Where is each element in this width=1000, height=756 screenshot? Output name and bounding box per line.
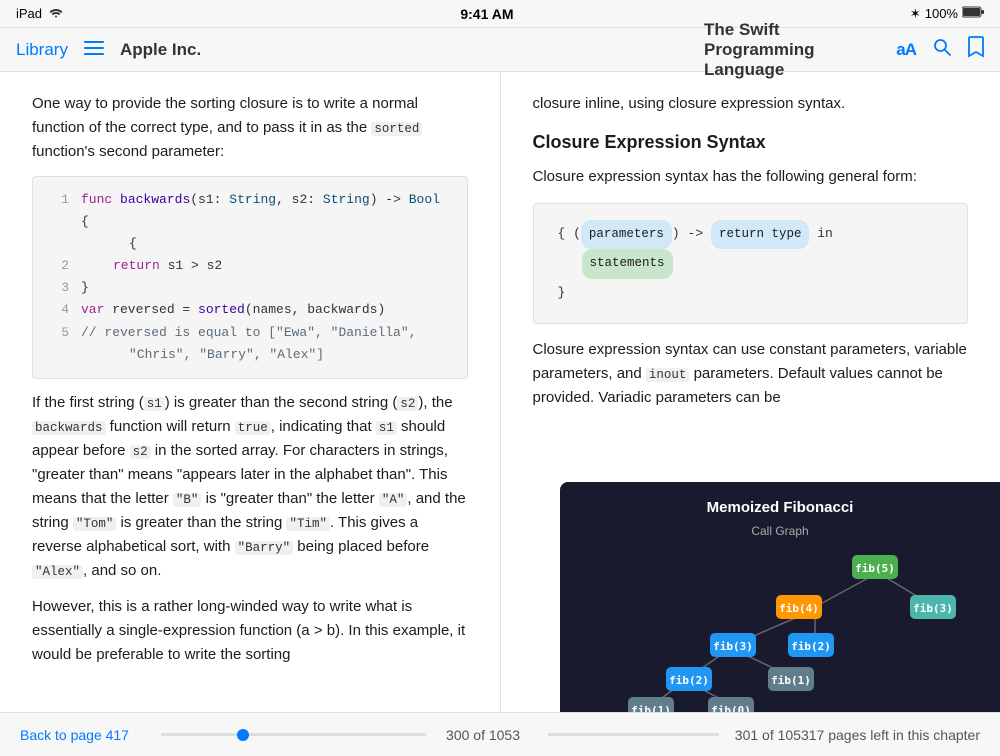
Tim-code: "Tim" xyxy=(286,517,330,531)
B-code: "B" xyxy=(173,493,202,507)
svg-text:fib(3): fib(3) xyxy=(713,640,753,653)
right-progress-track xyxy=(548,733,719,736)
A-code: "A" xyxy=(379,493,408,507)
code-block: 1 func backwards(s1: String, s2: String)… xyxy=(32,176,468,379)
right-intro: closure inline, using closure expression… xyxy=(533,92,969,116)
s2-code-1: s2 xyxy=(397,397,418,411)
right-progress-fill xyxy=(548,733,598,736)
inout-code: inout xyxy=(646,368,690,382)
pages-left: 17 pages left in this chapter xyxy=(809,727,980,743)
fib-overlay: Memoized Fibonacci Call Graph xyxy=(560,482,1000,712)
s1-code-2: s1 xyxy=(376,421,397,435)
bottom-left: Back to page 417 300 of 1053 xyxy=(20,727,520,743)
parameters-pill: parameters xyxy=(581,220,672,250)
left-para2: However, this is a rather long-winded wa… xyxy=(32,595,468,667)
page-right: closure inline, using closure expression… xyxy=(501,72,1000,712)
svg-text:fib(3): fib(3) xyxy=(913,602,953,615)
section-heading: Closure Expression Syntax xyxy=(533,128,969,157)
device-label: iPad xyxy=(16,6,42,21)
svg-text:fib(1): fib(1) xyxy=(771,674,811,687)
code-line-5b: "Chris", "Barry", "Alex"] xyxy=(49,344,451,366)
wifi-icon xyxy=(48,6,64,21)
sorted-inline-code: sorted xyxy=(371,122,422,136)
bookmark-icon[interactable] xyxy=(968,36,984,64)
s2-code-2: s2 xyxy=(130,445,151,459)
closure-form: { (parameters) -> return type in stateme… xyxy=(533,203,969,325)
status-left: iPad xyxy=(16,6,64,21)
top-nav: Library Apple Inc. The Swift Programming… xyxy=(0,28,1000,72)
svg-text:fib(2): fib(2) xyxy=(791,640,831,653)
true-code: true xyxy=(235,421,271,435)
right-para1: Closure expression syntax can use consta… xyxy=(533,338,969,410)
top-nav-right: The Swift Programming Language aA xyxy=(704,20,984,80)
bottom-bar: Back to page 417 300 of 1053 301 of 1053… xyxy=(0,712,1000,756)
left-intro-para: One way to provide the sorting closure i… xyxy=(32,92,468,164)
svg-text:fib(1): fib(1) xyxy=(631,704,671,712)
progress-fill xyxy=(161,733,237,736)
Tom-code: "Tom" xyxy=(73,517,117,531)
right-page-title: The Swift Programming Language xyxy=(704,20,880,80)
fib-graph: fib(5) fib(4) fib(3) fib(3) fib(2) xyxy=(560,545,1000,712)
code-line-1b: { xyxy=(49,233,451,255)
code-line-5: 5 // reversed is equal to ["Ewa", "Danie… xyxy=(49,322,451,344)
main-content: One way to provide the sorting closure i… xyxy=(0,72,1000,712)
bottom-right: 301 of 1053 17 pages left in this chapte… xyxy=(520,727,980,743)
Barry-code: "Barry" xyxy=(235,541,294,555)
library-link[interactable]: Library xyxy=(16,40,68,60)
section-intro: Closure expression syntax has the follow… xyxy=(533,165,969,189)
backwards-code: backwards xyxy=(32,421,106,435)
font-size-icon[interactable]: aA xyxy=(896,40,916,60)
code-line-3: 3 } xyxy=(49,277,451,299)
return-type-pill: return type xyxy=(711,220,810,250)
search-icon[interactable] xyxy=(932,37,952,63)
back-to-page-link[interactable]: Back to page 417 xyxy=(20,727,129,743)
code-line-2: 2 return s1 > s2 xyxy=(49,255,451,277)
right-progress-area xyxy=(548,733,719,736)
progress-track[interactable] xyxy=(161,733,426,736)
left-para1: If the first string (s1) is greater than… xyxy=(32,391,468,583)
code-line-4: 4 var reversed = sorted(names, backwards… xyxy=(49,299,451,321)
left-page-num: 300 of 1053 xyxy=(446,727,520,743)
s1-code-1: s1 xyxy=(144,397,165,411)
menu-icon[interactable] xyxy=(84,38,104,61)
top-nav-left: Library Apple Inc. xyxy=(16,38,296,61)
progress-thumb[interactable] xyxy=(237,729,249,741)
status-time: 9:41 AM xyxy=(460,6,513,22)
left-page-title: Apple Inc. xyxy=(120,40,201,60)
fib-title: Memoized Fibonacci xyxy=(560,482,1000,520)
svg-text:fib(4): fib(4) xyxy=(779,602,819,615)
page-left: One way to provide the sorting closure i… xyxy=(0,72,501,712)
Alex-code: "Alex" xyxy=(32,565,83,579)
svg-text:fib(0): fib(0) xyxy=(711,704,751,712)
progress-area[interactable] xyxy=(161,733,426,736)
statements-pill: statements xyxy=(582,249,673,279)
svg-text:fib(2): fib(2) xyxy=(669,674,709,687)
code-line-1: 1 func backwards(s1: String, s2: String)… xyxy=(49,189,451,233)
svg-text:fib(5): fib(5) xyxy=(855,562,895,575)
fib-subtitle: Call Graph xyxy=(560,522,1000,541)
right-page-num: 301 of 1053 xyxy=(735,727,809,743)
